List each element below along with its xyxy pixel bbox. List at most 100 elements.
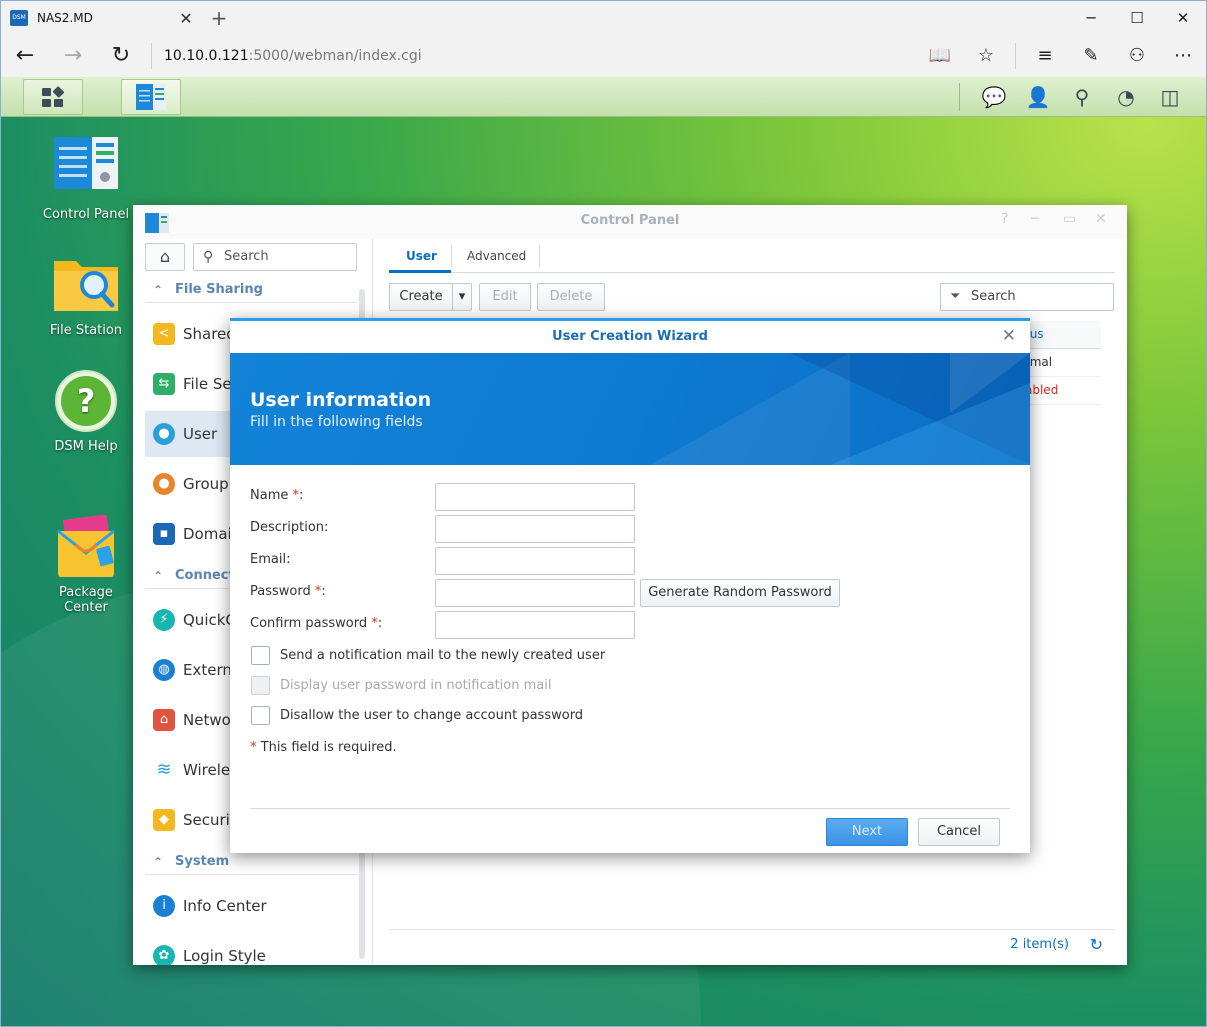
group-icon: ● — [153, 473, 175, 495]
shield-icon: ◆ — [153, 809, 175, 831]
password-label: Password *: — [250, 584, 326, 599]
desktop-icon-dsm-help[interactable]: ? DSM Help — [36, 369, 136, 454]
tab-close-icon[interactable]: ✕ — [171, 9, 201, 28]
section-label: File Sharing — [175, 282, 263, 297]
generate-random-password-button[interactable]: Generate Random Password — [640, 579, 840, 607]
desktop-icon-package-center[interactable]: Package Center — [36, 485, 136, 630]
disallow-change-checkbox[interactable] — [251, 706, 270, 725]
wizard-header: User Creation Wizard ✕ — [230, 321, 1030, 353]
wizard-banner: User information Fill in the following f… — [230, 353, 1030, 465]
search-icon[interactable]: ⚲ — [1060, 85, 1104, 109]
dashboard-icon[interactable]: ◔ — [1104, 85, 1148, 109]
url-field[interactable]: 10.10.0.121:5000/webman/index.cgi — [158, 48, 917, 64]
minimize-icon[interactable]: ─ — [1031, 211, 1039, 227]
sidebar-item-info-center[interactable]: i Info Center — [145, 883, 357, 929]
user-creation-wizard: User Creation Wizard ✕ User information … — [230, 318, 1030, 853]
desktop-icon-control-panel[interactable]: Control Panel — [36, 137, 136, 222]
minimize-icon[interactable]: ─ — [1068, 1, 1114, 35]
file-services-icon: ⇆ — [153, 373, 175, 395]
sidebar-item-label: User — [183, 425, 218, 443]
shared-folder-icon: < — [153, 323, 175, 345]
palette-icon: ✿ — [153, 945, 175, 965]
window-controls: ─ ☐ ✕ — [1068, 1, 1206, 35]
name-input[interactable] — [435, 483, 635, 511]
display-password-checkbox-label[interactable]: Display user password in notification ma… — [280, 678, 551, 693]
chat-icon[interactable]: 💬 — [972, 85, 1016, 109]
active-tab-indicator — [389, 270, 451, 273]
package-center-icon — [54, 500, 118, 577]
email-input[interactable] — [435, 547, 635, 575]
description-input[interactable] — [435, 515, 635, 543]
control-panel-header: Control Panel ? ─ ▭ ✕ — [133, 205, 1127, 239]
close-icon[interactable]: ✕ — [1002, 326, 1016, 346]
globe-icon: ◍ — [153, 659, 175, 681]
widgets-icon[interactable]: ◫ — [1148, 85, 1192, 109]
sidebar-item-login-style[interactable]: ✿ Login Style — [145, 933, 357, 965]
search-placeholder: Search — [971, 289, 1016, 304]
label-text: Confirm password — [250, 616, 368, 631]
desktop-icon-file-station[interactable]: File Station — [36, 253, 136, 338]
email-label: Email: — [250, 552, 291, 567]
create-button[interactable]: Create — [389, 283, 453, 311]
notify-checkbox-label[interactable]: Send a notification mail to the newly cr… — [280, 648, 605, 663]
forward-icon[interactable]: → — [49, 35, 97, 77]
web-note-icon[interactable]: ✎ — [1068, 35, 1114, 77]
info-icon: i — [153, 895, 175, 917]
password-input[interactable] — [435, 579, 635, 607]
help-icon[interactable]: ? — [1001, 211, 1008, 227]
url-host: 10.10.0.121 — [164, 48, 249, 64]
search-placeholder: Search — [224, 249, 269, 264]
new-tab-icon[interactable]: + — [204, 4, 234, 32]
maximize-icon[interactable]: ▭ — [1063, 211, 1076, 227]
cancel-button[interactable]: Cancel — [918, 818, 1000, 846]
grid-footer: 2 item(s) ↻ — [389, 929, 1115, 961]
window-close-icon[interactable]: ✕ — [1160, 1, 1206, 35]
user-icon[interactable]: 👤 — [1016, 85, 1060, 109]
browser-tab[interactable]: DSM NAS2.MD ✕ — [1, 1, 201, 35]
refresh-grid-icon[interactable]: ↻ — [1090, 935, 1103, 954]
desktop-icon-label: File Station — [49, 323, 123, 338]
wizard-heading: User information — [250, 389, 432, 411]
chevron-down-icon[interactable]: ▾ — [452, 283, 472, 311]
disallow-change-checkbox-label[interactable]: Disallow the user to change account pass… — [280, 708, 583, 723]
required-mark: * — [250, 740, 257, 755]
divider — [1015, 43, 1016, 69]
tab-user[interactable]: User — [406, 249, 437, 263]
home-icon[interactable]: ⌂ — [145, 243, 185, 271]
sidebar-search-input[interactable]: ⚲ Search — [193, 243, 357, 271]
file-station-icon — [54, 253, 118, 317]
notify-checkbox[interactable] — [251, 646, 270, 665]
hub-icon[interactable]: ≡ — [1022, 35, 1068, 77]
required-note-text: This field is required. — [260, 740, 397, 755]
section-label: Connect — [175, 568, 235, 583]
collapse-icon: ⌃ — [153, 569, 164, 583]
sidebar-item-label: Shared — [183, 325, 236, 343]
delete-button[interactable]: Delete — [537, 283, 605, 311]
window-title: Control Panel — [580, 213, 680, 228]
confirm-password-input[interactable] — [435, 611, 635, 639]
grid-search-input[interactable]: ⏷ Search — [940, 283, 1114, 311]
section-file-sharing[interactable]: ⌃ File Sharing — [145, 277, 357, 303]
main-menu-icon[interactable] — [23, 79, 83, 115]
sidebar-item-label: File Se — [183, 375, 232, 393]
display-password-checkbox[interactable] — [251, 676, 270, 695]
sidebar-item-label: Group — [183, 475, 229, 493]
sidebar-item-label: Networ — [183, 711, 237, 729]
reading-view-icon[interactable]: 📖 — [917, 35, 963, 77]
more-icon[interactable]: ⋯ — [1160, 35, 1206, 77]
share-icon[interactable]: ⚇ — [1114, 35, 1160, 77]
required-note: * This field is required. — [250, 740, 397, 755]
maximize-icon[interactable]: ☐ — [1114, 1, 1160, 35]
edit-button[interactable]: Edit — [479, 283, 531, 311]
close-icon[interactable]: ✕ — [1095, 211, 1107, 227]
refresh-icon[interactable]: ↻ — [97, 35, 145, 77]
wizard-subheading: Fill in the following fields — [250, 414, 423, 430]
browser-titlebar: DSM NAS2.MD ✕ + ─ ☐ ✕ — [1, 1, 1206, 35]
confirm-password-label: Confirm password *: — [250, 616, 382, 631]
back-icon[interactable]: ← — [1, 35, 49, 77]
favorite-star-icon[interactable]: ☆ — [963, 35, 1009, 77]
next-button[interactable]: Next — [826, 818, 908, 846]
tab-advanced[interactable]: Advanced — [467, 249, 526, 263]
control-panel-task-icon[interactable] — [121, 79, 181, 115]
address-bar: ← → ↻ 10.10.0.121:5000/webman/index.cgi … — [1, 35, 1206, 77]
